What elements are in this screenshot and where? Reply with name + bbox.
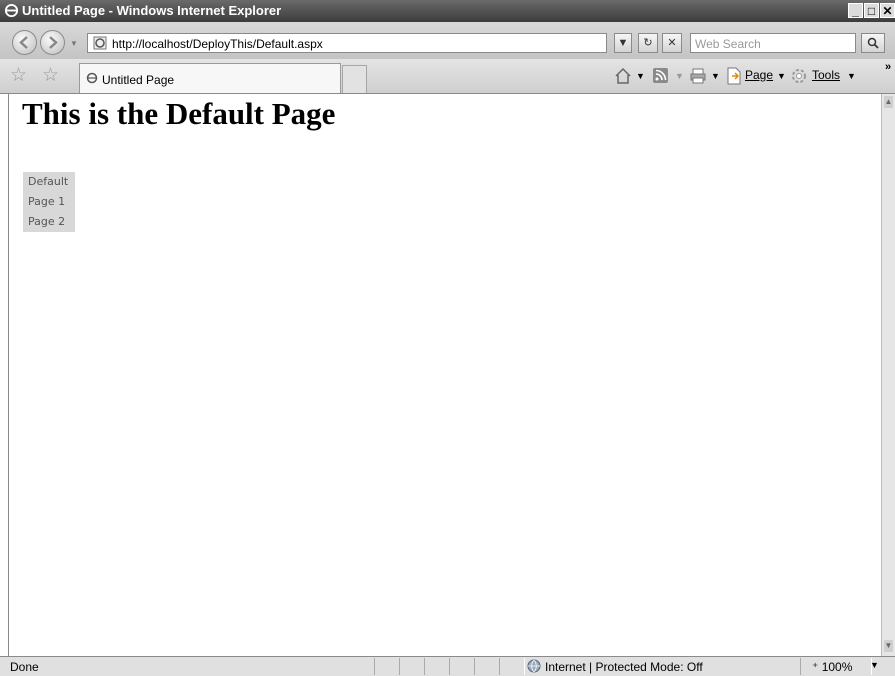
tools-menu[interactable]: Tools bbox=[812, 68, 840, 82]
refresh-button[interactable]: ↻ bbox=[638, 33, 658, 53]
ie-logo-icon bbox=[4, 3, 19, 18]
navigation-menu: Default Page 1 Page 2 bbox=[23, 172, 75, 232]
forward-arrow-icon bbox=[49, 36, 58, 49]
back-button[interactable] bbox=[12, 30, 37, 55]
status-bar: Done Internet | Protected Mode: Off ⁺ 10… bbox=[0, 656, 895, 676]
search-button[interactable] bbox=[861, 33, 885, 53]
address-field[interactable]: http://localhost/DeployThis/Default.aspx bbox=[87, 33, 607, 53]
page-menu-icon bbox=[727, 67, 741, 85]
search-input[interactable]: Web Search bbox=[690, 33, 856, 53]
chevron-more-icon[interactable]: » bbox=[885, 61, 891, 73]
menu-item-page-2[interactable]: Page 2 bbox=[23, 212, 75, 232]
add-favorites-icon[interactable]: ☆ bbox=[42, 66, 59, 85]
zoom-level[interactable]: ⁺ 100% bbox=[812, 660, 852, 674]
zoom-icon: ⁺ bbox=[812, 660, 819, 674]
print-dropdown-icon[interactable]: ▼ bbox=[711, 71, 720, 81]
status-cell bbox=[449, 658, 475, 675]
tools-dropdown-icon[interactable]: ▼ bbox=[847, 71, 856, 81]
window-title: Untitled Page - Windows Internet Explore… bbox=[22, 3, 282, 18]
url-text: http://localhost/DeployThis/Default.aspx bbox=[112, 37, 323, 51]
title-bar: Untitled Page - Windows Internet Explore… bbox=[0, 0, 895, 22]
back-arrow-icon bbox=[19, 36, 28, 49]
status-text: Done bbox=[10, 660, 39, 674]
minimize-button[interactable]: _ bbox=[848, 3, 863, 18]
status-cell bbox=[474, 658, 500, 675]
home-icon[interactable] bbox=[614, 67, 632, 85]
address-dropdown-button[interactable]: ▼ bbox=[614, 33, 632, 53]
zoom-text: 100% bbox=[821, 660, 853, 674]
status-cell bbox=[399, 658, 425, 675]
scroll-up-icon[interactable]: ▲ bbox=[884, 96, 893, 108]
page-menu[interactable]: Page bbox=[745, 68, 773, 82]
menu-item-page-1[interactable]: Page 1 bbox=[23, 192, 75, 212]
page-content bbox=[8, 94, 881, 656]
print-icon[interactable] bbox=[689, 67, 707, 85]
page-heading: This is the Default Page bbox=[22, 96, 336, 131]
search-icon bbox=[867, 37, 879, 49]
globe-icon bbox=[527, 659, 541, 673]
tab-bar: ☆ ☆ Untitled Page ▼ ▼ ▼ Page ▼ Tools ▼ » bbox=[0, 59, 895, 94]
maximize-button[interactable]: □ bbox=[864, 3, 879, 18]
vertical-scrollbar[interactable]: ▲ ▼ bbox=[881, 94, 895, 656]
favorites-star-icon[interactable]: ☆ bbox=[10, 66, 27, 85]
security-zone[interactable]: Internet | Protected Mode: Off bbox=[545, 660, 703, 674]
home-dropdown-icon[interactable]: ▼ bbox=[636, 71, 645, 81]
gear-icon bbox=[792, 69, 806, 83]
tab-untitled-page[interactable]: Untitled Page bbox=[79, 63, 341, 93]
menu-item-default[interactable]: Default bbox=[23, 172, 75, 192]
zoom-dropdown-icon[interactable]: ▼ bbox=[870, 660, 879, 670]
feeds-dropdown-icon[interactable]: ▼ bbox=[675, 71, 684, 81]
page-icon bbox=[93, 36, 107, 50]
new-tab-button[interactable] bbox=[342, 65, 367, 93]
address-toolbar: ▼ http://localhost/DeployThis/Default.as… bbox=[0, 22, 895, 59]
status-cell bbox=[499, 658, 525, 675]
forward-button[interactable] bbox=[40, 30, 65, 55]
tab-label: Untitled Page bbox=[102, 73, 175, 87]
page-dropdown-icon[interactable]: ▼ bbox=[777, 71, 786, 81]
close-button[interactable]: ✕ bbox=[880, 3, 895, 18]
stop-button[interactable]: ✕ bbox=[662, 33, 682, 53]
scroll-down-icon[interactable]: ▼ bbox=[884, 640, 893, 652]
ie-page-icon bbox=[86, 72, 98, 84]
status-cell bbox=[374, 658, 400, 675]
feeds-icon[interactable] bbox=[652, 67, 669, 84]
status-cell bbox=[424, 658, 450, 675]
recent-pages-dropdown-icon[interactable]: ▼ bbox=[70, 39, 78, 48]
